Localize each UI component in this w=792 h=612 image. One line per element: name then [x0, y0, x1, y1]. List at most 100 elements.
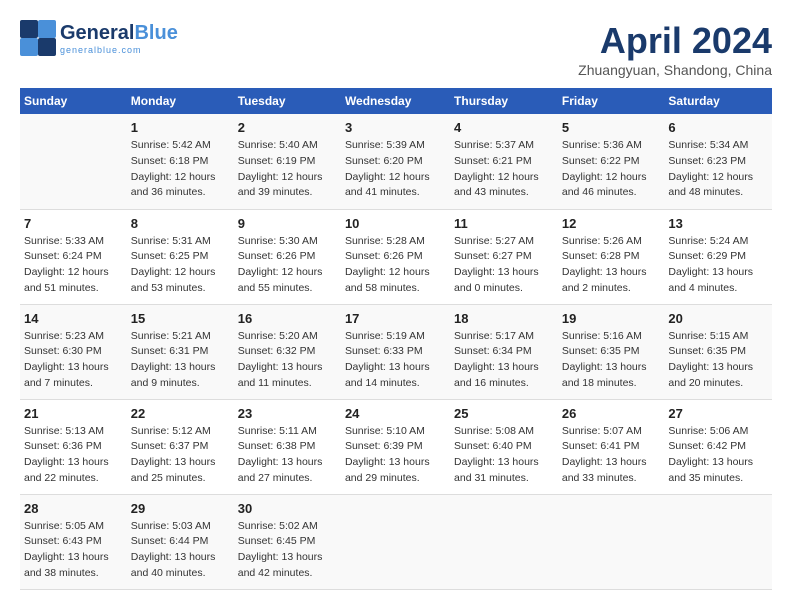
calendar-cell: 21 Sunrise: 5:13 AMSunset: 6:36 PMDayligh…: [20, 399, 127, 494]
title-block: April 2024 Zhuangyuan, Shandong, China: [578, 20, 772, 78]
calendar-cell: 9 Sunrise: 5:30 AMSunset: 6:26 PMDaylight…: [234, 209, 341, 304]
day-number: 22: [131, 406, 230, 421]
calendar-cell: [664, 494, 772, 589]
calendar-cell: 17 Sunrise: 5:19 AMSunset: 6:33 PMDayligh…: [341, 304, 450, 399]
day-info: Sunrise: 5:20 AMSunset: 6:32 PMDaylight:…: [238, 329, 337, 392]
calendar-cell: 23 Sunrise: 5:11 AMSunset: 6:38 PMDayligh…: [234, 399, 341, 494]
day-info: Sunrise: 5:17 AMSunset: 6:34 PMDaylight:…: [454, 329, 554, 392]
calendar-cell: 1Sunrise: 5:42 AMSunset: 6:18 PMDaylight…: [127, 114, 234, 209]
day-info: Sunrise: 5:13 AMSunset: 6:36 PMDaylight:…: [24, 424, 123, 487]
calendar-cell: [20, 114, 127, 209]
week-row-3: 14 Sunrise: 5:23 AMSunset: 6:30 PMDayligh…: [20, 304, 772, 399]
day-number: 2: [238, 120, 337, 135]
day-number: 26: [562, 406, 661, 421]
calendar-cell: 10 Sunrise: 5:28 AMSunset: 6:26 PMDayligh…: [341, 209, 450, 304]
calendar-cell: 3Sunrise: 5:39 AMSunset: 6:20 PMDaylight…: [341, 114, 450, 209]
calendar-cell: 28 Sunrise: 5:05 AMSunset: 6:43 PMDayligh…: [20, 494, 127, 589]
calendar-cell: 26 Sunrise: 5:07 AMSunset: 6:41 PMDayligh…: [558, 399, 665, 494]
calendar-cell: 22 Sunrise: 5:12 AMSunset: 6:37 PMDayligh…: [127, 399, 234, 494]
day-number: 15: [131, 311, 230, 326]
day-number: 21: [24, 406, 123, 421]
day-number: 23: [238, 406, 337, 421]
month-title: April 2024: [578, 20, 772, 62]
day-info: Sunrise: 5:40 AMSunset: 6:19 PMDaylight:…: [238, 138, 337, 201]
day-number: 11: [454, 216, 554, 231]
weekday-header-wednesday: Wednesday: [341, 88, 450, 114]
day-info: Sunrise: 5:33 AMSunset: 6:24 PMDaylight:…: [24, 234, 123, 297]
weekday-header-tuesday: Tuesday: [234, 88, 341, 114]
weekday-header-thursday: Thursday: [450, 88, 558, 114]
calendar-cell: 30Sunrise: 5:02 AMSunset: 6:45 PMDayligh…: [234, 494, 341, 589]
calendar-table: SundayMondayTuesdayWednesdayThursdayFrid…: [20, 88, 772, 590]
day-number: 18: [454, 311, 554, 326]
day-info: Sunrise: 5:36 AMSunset: 6:22 PMDaylight:…: [562, 138, 661, 201]
day-info: Sunrise: 5:15 AMSunset: 6:35 PMDaylight:…: [668, 329, 768, 392]
day-number: 25: [454, 406, 554, 421]
day-info: Sunrise: 5:26 AMSunset: 6:28 PMDaylight:…: [562, 234, 661, 297]
day-info: Sunrise: 5:23 AMSunset: 6:30 PMDaylight:…: [24, 329, 123, 392]
day-number: 12: [562, 216, 661, 231]
day-number: 29: [131, 501, 230, 516]
day-info: Sunrise: 5:31 AMSunset: 6:25 PMDaylight:…: [131, 234, 230, 297]
calendar-cell: 27 Sunrise: 5:06 AMSunset: 6:42 PMDayligh…: [664, 399, 772, 494]
weekday-header-saturday: Saturday: [664, 88, 772, 114]
day-info: Sunrise: 5:11 AMSunset: 6:38 PMDaylight:…: [238, 424, 337, 487]
day-number: 19: [562, 311, 661, 326]
weekday-header-sunday: Sunday: [20, 88, 127, 114]
calendar-cell: 12 Sunrise: 5:26 AMSunset: 6:28 PMDayligh…: [558, 209, 665, 304]
page-header: GeneralBlue generalblue.com April 2024 Z…: [20, 20, 772, 78]
day-info: Sunrise: 5:16 AMSunset: 6:35 PMDaylight:…: [562, 329, 661, 392]
day-info: Sunrise: 5:08 AMSunset: 6:40 PMDaylight:…: [454, 424, 554, 487]
day-info: Sunrise: 5:19 AMSunset: 6:33 PMDaylight:…: [345, 329, 446, 392]
week-row-4: 21 Sunrise: 5:13 AMSunset: 6:36 PMDayligh…: [20, 399, 772, 494]
day-number: 20: [668, 311, 768, 326]
day-info: Sunrise: 5:37 AMSunset: 6:21 PMDaylight:…: [454, 138, 554, 201]
day-number: 16: [238, 311, 337, 326]
calendar-cell: 13 Sunrise: 5:24 AMSunset: 6:29 PMDayligh…: [664, 209, 772, 304]
day-number: 6: [668, 120, 768, 135]
logo-text: GeneralBlue: [60, 22, 178, 45]
week-row-2: 7 Sunrise: 5:33 AMSunset: 6:24 PMDaylight…: [20, 209, 772, 304]
calendar-cell: 8Sunrise: 5:31 AMSunset: 6:25 PMDaylight…: [127, 209, 234, 304]
weekday-header-monday: Monday: [127, 88, 234, 114]
day-info: Sunrise: 5:10 AMSunset: 6:39 PMDaylight:…: [345, 424, 446, 487]
calendar-cell: 24Sunrise: 5:10 AMSunset: 6:39 PMDayligh…: [341, 399, 450, 494]
day-number: 1: [131, 120, 230, 135]
calendar-cell: 15Sunrise: 5:21 AMSunset: 6:31 PMDayligh…: [127, 304, 234, 399]
day-number: 9: [238, 216, 337, 231]
location: Zhuangyuan, Shandong, China: [578, 62, 772, 78]
day-number: 10: [345, 216, 446, 231]
day-number: 14: [24, 311, 123, 326]
calendar-cell: [341, 494, 450, 589]
day-info: Sunrise: 5:30 AMSunset: 6:26 PMDaylight:…: [238, 234, 337, 297]
day-info: Sunrise: 5:02 AMSunset: 6:45 PMDaylight:…: [238, 519, 337, 582]
calendar-cell: [450, 494, 558, 589]
week-row-5: 28 Sunrise: 5:05 AMSunset: 6:43 PMDayligh…: [20, 494, 772, 589]
day-number: 27: [668, 406, 768, 421]
calendar-cell: 2 Sunrise: 5:40 AMSunset: 6:19 PMDaylight…: [234, 114, 341, 209]
day-info: Sunrise: 5:28 AMSunset: 6:26 PMDaylight:…: [345, 234, 446, 297]
day-info: Sunrise: 5:27 AMSunset: 6:27 PMDaylight:…: [454, 234, 554, 297]
calendar-cell: 16 Sunrise: 5:20 AMSunset: 6:32 PMDayligh…: [234, 304, 341, 399]
calendar-cell: 4Sunrise: 5:37 AMSunset: 6:21 PMDaylight…: [450, 114, 558, 209]
logo-icon: [20, 20, 56, 56]
day-number: 28: [24, 501, 123, 516]
logo-subtitle: generalblue.com: [60, 45, 178, 55]
calendar-cell: 18 Sunrise: 5:17 AMSunset: 6:34 PMDayligh…: [450, 304, 558, 399]
day-number: 7: [24, 216, 123, 231]
calendar-cell: 19 Sunrise: 5:16 AMSunset: 6:35 PMDayligh…: [558, 304, 665, 399]
day-number: 13: [668, 216, 768, 231]
weekday-header-row: SundayMondayTuesdayWednesdayThursdayFrid…: [20, 88, 772, 114]
day-info: Sunrise: 5:24 AMSunset: 6:29 PMDaylight:…: [668, 234, 768, 297]
calendar-cell: 14 Sunrise: 5:23 AMSunset: 6:30 PMDayligh…: [20, 304, 127, 399]
day-info: Sunrise: 5:39 AMSunset: 6:20 PMDaylight:…: [345, 138, 446, 201]
calendar-cell: 25 Sunrise: 5:08 AMSunset: 6:40 PMDayligh…: [450, 399, 558, 494]
day-info: Sunrise: 5:07 AMSunset: 6:41 PMDaylight:…: [562, 424, 661, 487]
calendar-cell: 7 Sunrise: 5:33 AMSunset: 6:24 PMDaylight…: [20, 209, 127, 304]
day-info: Sunrise: 5:05 AMSunset: 6:43 PMDaylight:…: [24, 519, 123, 582]
day-info: Sunrise: 5:06 AMSunset: 6:42 PMDaylight:…: [668, 424, 768, 487]
weekday-header-friday: Friday: [558, 88, 665, 114]
day-number: 17: [345, 311, 446, 326]
calendar-cell: 6Sunrise: 5:34 AMSunset: 6:23 PMDaylight…: [664, 114, 772, 209]
day-info: Sunrise: 5:12 AMSunset: 6:37 PMDaylight:…: [131, 424, 230, 487]
